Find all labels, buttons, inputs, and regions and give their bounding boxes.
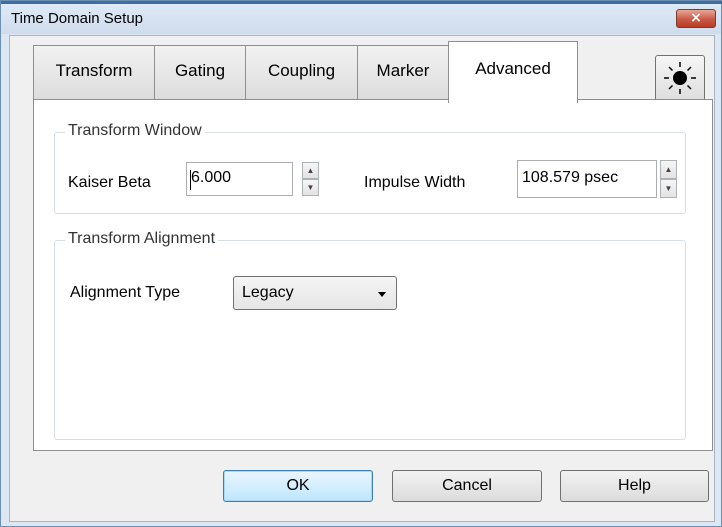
dialog-body: Transform Gating Coupling Marker Advance… [9, 35, 715, 522]
spin-up-button[interactable]: ▲ [660, 160, 677, 179]
close-icon: × [690, 10, 702, 26]
title-bar[interactable]: Time Domain Setup × [1, 4, 721, 34]
tab-advanced[interactable]: Advanced [448, 41, 578, 103]
kaiser-beta-spinner[interactable]: ▲ ▼ [302, 162, 319, 196]
impulse-width-spinner[interactable]: ▲ ▼ [660, 160, 677, 198]
spin-up-button[interactable]: ▲ [302, 162, 319, 179]
sun-icon [664, 62, 696, 94]
kaiser-beta-label: Kaiser Beta [68, 174, 151, 191]
transform-window-title: Transform Window [65, 122, 205, 140]
close-button[interactable]: × [676, 9, 716, 28]
chevron-down-icon [378, 292, 386, 297]
text-cursor [190, 170, 191, 190]
advanced-tab-panel: Transform Window Kaiser Beta 6.000 ▲ ▼ I… [33, 99, 713, 451]
tab-coupling[interactable]: Coupling [245, 45, 358, 100]
dialog-window: Time Domain Setup × Transform Gating Cou… [0, 0, 722, 527]
tab-gating[interactable]: Gating [154, 45, 246, 100]
tab-transform[interactable]: Transform [33, 45, 155, 100]
alignment-type-dropdown[interactable]: Legacy [233, 276, 397, 310]
transform-alignment-group: Transform Alignment [54, 230, 686, 440]
tab-marker[interactable]: Marker [357, 45, 449, 100]
spin-down-button[interactable]: ▼ [302, 179, 319, 196]
impulse-width-value: 108.579 psec [522, 169, 619, 186]
help-button[interactable]: Help [560, 470, 709, 502]
alignment-type-value: Legacy [242, 284, 294, 301]
kaiser-beta-value: 6.000 [191, 169, 232, 186]
kaiser-beta-input[interactable]: 6.000 [186, 162, 293, 196]
alignment-type-label: Alignment Type [70, 284, 180, 301]
cancel-button[interactable]: Cancel [392, 470, 542, 502]
brightness-button[interactable] [655, 55, 705, 101]
impulse-width-label: Impulse Width [364, 174, 466, 191]
ok-button[interactable]: OK [223, 470, 373, 502]
impulse-width-input[interactable]: 108.579 psec [517, 160, 657, 198]
spin-down-button[interactable]: ▼ [660, 179, 677, 198]
transform-alignment-title: Transform Alignment [65, 230, 219, 248]
window-title: Time Domain Setup [11, 10, 143, 27]
